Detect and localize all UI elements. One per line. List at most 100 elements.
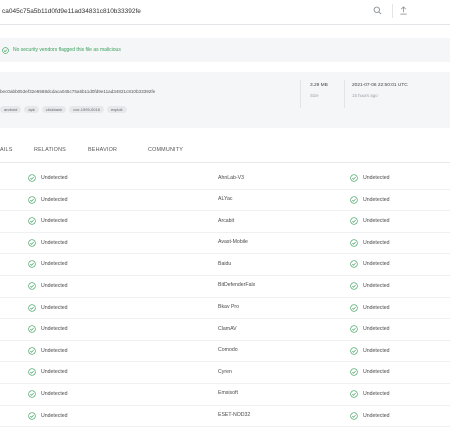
table-row: Undetected ALYac Undetected: [0, 190, 450, 212]
check-circle-icon: [350, 411, 358, 420]
vendor-name: ClamAV: [218, 325, 237, 332]
detection-status-right: Undetected: [350, 325, 390, 333]
status-text: Undetected: [363, 175, 390, 181]
status-text: Undetected: [363, 390, 390, 397]
check-circle-icon: [28, 368, 36, 377]
check-circle-icon: [350, 217, 358, 225]
table-row: Undetected Comodo Undetected: [0, 341, 450, 363]
vendor-name: Arcabit: [218, 217, 235, 224]
vendor-name: ESET-NOD32: [218, 412, 251, 419]
check-circle-icon: [28, 260, 36, 269]
tab-bar: AILS RELATIONS BEHAVIOR COMMUNITY: [0, 140, 450, 163]
toolbar-divider: [392, 4, 393, 18]
search-input[interactable]: [0, 2, 362, 20]
detection-status-left: Undetected: [28, 260, 68, 269]
tab-behavior[interactable]: BEHAVIOR: [88, 147, 117, 153]
table-row: Undetected ESET-NOD32 Undetected: [0, 406, 450, 427]
status-text: Undetected: [41, 282, 68, 289]
status-text: Undetected: [363, 261, 390, 268]
table-row: Undetected Baidu Undetected: [0, 254, 450, 276]
detection-status-left: Undetected: [28, 368, 68, 377]
check-circle-icon: [28, 239, 36, 247]
detection-status-right: Undetected: [350, 174, 390, 182]
check-circle-icon: [350, 195, 358, 204]
status-text: Undetected: [363, 412, 390, 419]
file-tags: android apk clickbank cve-1999-0016 expl…: [0, 106, 127, 113]
tag[interactable]: exploit: [106, 106, 127, 113]
status-text: Undetected: [363, 196, 390, 203]
check-circle-icon: [350, 282, 358, 290]
tag[interactable]: apk: [24, 106, 39, 113]
tab-relations[interactable]: RELATIONS: [34, 147, 66, 153]
check-circle-icon: [28, 217, 36, 225]
detection-status-left: Undetected: [28, 217, 68, 225]
check-circle-icon: [28, 390, 36, 398]
detection-status-right: Undetected: [350, 303, 390, 312]
status-text: Undetected: [363, 282, 390, 289]
vendor-name: AhnLab-V3: [218, 174, 244, 181]
table-row: Undetected Cyren Undetected: [0, 362, 450, 384]
tag[interactable]: clickbank: [41, 106, 67, 113]
file-size-label: Size: [310, 93, 319, 98]
check-circle-icon: [350, 368, 358, 377]
check-circle-icon: [28, 411, 36, 420]
status-text: Undetected: [41, 347, 68, 354]
check-circle-icon: [28, 303, 36, 312]
detection-status-left: Undetected: [28, 174, 68, 182]
detection-status-right: Undetected: [350, 347, 390, 355]
status-text: Undetected: [363, 369, 390, 376]
detection-status-right: Undetected: [350, 411, 390, 420]
check-circle-icon: [28, 347, 36, 355]
vendor-name: Comodo: [218, 347, 238, 354]
status-text: Undetected: [41, 390, 68, 397]
status-text: Undetected: [41, 304, 68, 311]
vendor-name: ALYac: [218, 196, 233, 203]
table-row: Undetected Arcabit Undetected: [0, 211, 450, 233]
vendor-name: Bkav Pro: [218, 304, 240, 311]
detection-status-right: Undetected: [350, 260, 390, 269]
tag[interactable]: cve-1999-0016: [69, 106, 104, 113]
status-text: Undetected: [363, 218, 390, 225]
table-row: Undetected ClamAV Undetected: [0, 319, 450, 341]
status-text: Undetected: [41, 239, 68, 246]
detection-status-right: Undetected: [350, 195, 390, 204]
check-circle-icon: [28, 195, 36, 204]
check-circle-icon: [28, 282, 36, 290]
table-row: Undetected Bkav Pro Undetected: [0, 298, 450, 320]
status-text: Undetected: [41, 412, 68, 419]
check-circle-icon: [350, 325, 358, 333]
status-text: Undetected: [363, 347, 390, 354]
detections-table: Undetected AhnLab-V3 Undetected Undetected A…: [0, 168, 450, 427]
vendor-name: BitDefenderFalx: [218, 282, 256, 289]
detection-banner: No security vendors flagged this file as…: [0, 44, 121, 56]
detection-status-left: Undetected: [28, 303, 68, 312]
vendor-name: Cyren: [218, 368, 232, 375]
detection-status-left: Undetected: [28, 239, 68, 247]
status-text: Undetected: [41, 369, 68, 376]
search-button[interactable]: [368, 3, 386, 19]
vendor-name: Avast-Mobile: [218, 239, 248, 246]
file-size-value: 3.29 MB: [310, 83, 328, 88]
top-search-bar: [0, 0, 450, 25]
check-circle-icon: [350, 303, 358, 312]
info-divider: [300, 80, 301, 108]
detection-status-right: Undetected: [350, 390, 390, 398]
detection-status-left: Undetected: [28, 195, 68, 204]
table-row: Undetected AhnLab-V3 Undetected: [0, 168, 450, 190]
detection-status-right: Undetected: [350, 239, 390, 247]
tab-details[interactable]: AILS: [0, 147, 13, 153]
banner-text: No security vendors flagged this file as…: [13, 47, 121, 53]
tab-community[interactable]: COMMUNITY: [148, 147, 183, 153]
check-circle-icon: [2, 46, 9, 54]
search-icon: [373, 2, 382, 20]
check-circle-icon: [350, 174, 358, 182]
status-text: Undetected: [41, 196, 68, 203]
detection-status-right: Undetected: [350, 368, 390, 377]
status-text: Undetected: [41, 326, 68, 333]
info-divider: [344, 80, 345, 108]
detection-status-left: Undetected: [28, 325, 68, 333]
detection-status-right: Undetected: [350, 217, 390, 225]
tag[interactable]: android: [0, 106, 22, 113]
upload-button[interactable]: [394, 3, 412, 19]
status-text: Undetected: [41, 218, 68, 225]
